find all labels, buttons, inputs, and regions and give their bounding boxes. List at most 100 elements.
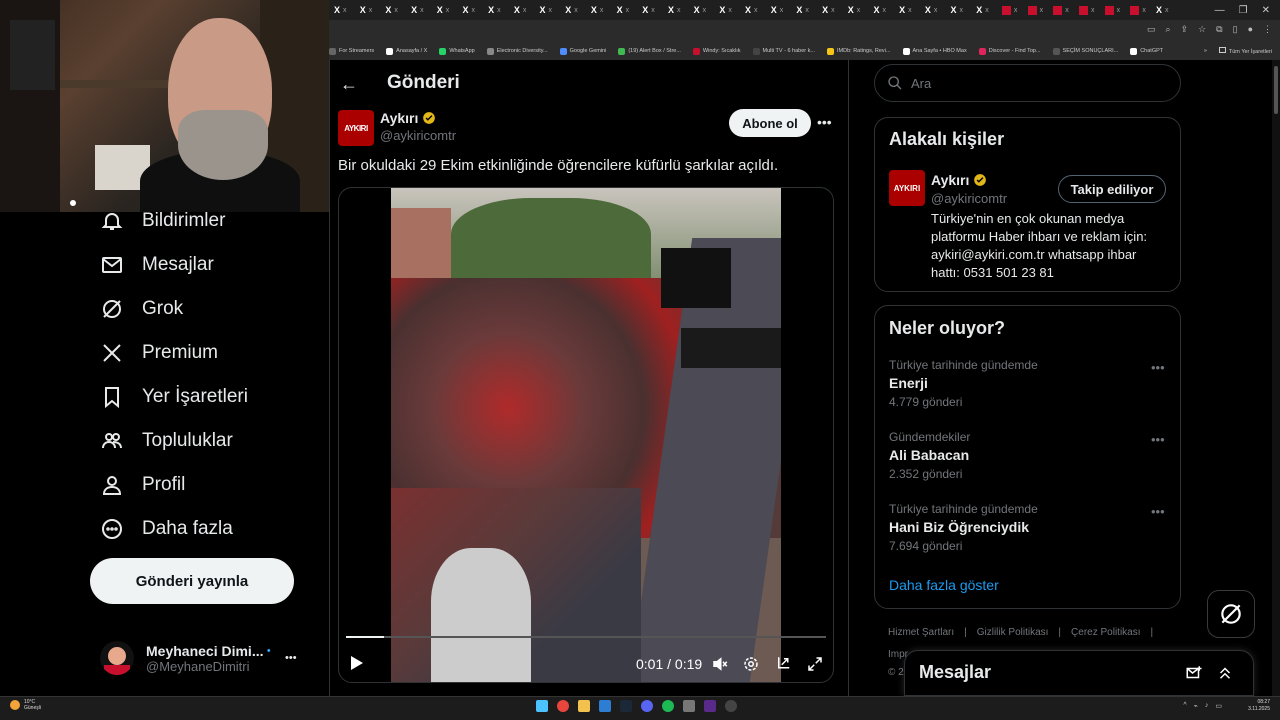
browser-tab[interactable]: Xx [355,0,381,20]
tab-close-icon[interactable]: x [369,7,373,14]
browser-tab[interactable]: Xx [1074,0,1100,20]
browser-tab[interactable]: Xx [868,0,894,20]
tab-close-icon[interactable]: x [805,7,809,14]
trend-more-icon[interactable]: ••• [1151,504,1165,519]
nav-item-mail[interactable]: Mesajlar [100,250,214,280]
sidebar-icon[interactable]: ▯ [1233,24,1238,35]
bookmark-item[interactable]: Ana Sayfa • HBO Max [902,47,967,55]
nav-item-person[interactable]: Profil [100,470,185,500]
battery-icon[interactable]: ▭ [1215,702,1222,710]
nav-item-bookmark[interactable]: Yer İşaretleri [100,382,248,412]
tab-close-icon[interactable]: x [908,7,912,14]
tab-close-icon[interactable]: x [1165,7,1169,14]
browser-tab[interactable]: Xx [457,0,483,20]
browser-tab[interactable]: Xx [971,0,997,20]
discord-icon[interactable] [641,700,653,712]
tweet-author-name[interactable]: Aykırı [380,110,436,126]
browser-tab[interactable]: Xx [946,0,972,20]
tab-close-icon[interactable]: x [343,7,347,14]
browser-tab[interactable]: Xx [612,0,638,20]
weather-sun-icon[interactable] [10,700,20,710]
tab-close-icon[interactable]: x [934,7,938,14]
bookmark-item[interactable]: Discover - Find Top... [978,47,1041,55]
bookmark-item[interactable]: Multi TV - 6 haber k... [752,47,815,55]
tab-close-icon[interactable]: x [728,7,732,14]
extensions-icon[interactable]: ⧉ [1216,24,1222,35]
trend-name[interactable]: Hani Biz Öğrenciydik [889,519,1029,535]
browser-tab[interactable]: Xx [817,0,843,20]
share-icon[interactable]: ⇪ [1181,24,1189,35]
tab-close-icon[interactable]: x [882,7,886,14]
footer-link[interactable]: Gizlilik Politikası [977,627,1049,638]
tab-close-icon[interactable]: x [677,7,681,14]
tab-close-icon[interactable]: x [497,7,501,14]
subscribe-button[interactable]: Abone ol [729,109,811,137]
bookmark-item[interactable]: Windy: Sıcaklık [692,47,741,55]
nav-item-x-logo[interactable]: Premium [100,338,218,368]
weather-widget[interactable]: 10°C Güneşli [24,699,41,711]
related-handle[interactable]: @aykiricomtr [931,191,1007,206]
expand-up-icon[interactable] [1216,664,1234,687]
nav-item-bell[interactable]: Bildirimler [100,206,225,236]
browser-tab[interactable]: Xx [380,0,406,20]
browser-tab[interactable]: Xx [689,0,715,20]
tab-close-icon[interactable]: x [985,7,989,14]
star-icon[interactable]: ☆ [1198,24,1206,35]
browser-tab[interactable]: Xx [1023,0,1049,20]
tab-close-icon[interactable]: x [703,7,707,14]
tab-close-icon[interactable]: x [1091,7,1095,14]
tab-close-icon[interactable]: x [471,7,475,14]
bookmark-item[interactable]: SEÇİM SONUÇLARI... [1052,47,1118,55]
grok-fab[interactable] [1207,590,1255,638]
browser-tab[interactable]: Xx [663,0,689,20]
tweet-author-avatar[interactable]: AYKIRI [338,110,374,146]
tab-close-icon[interactable]: x [574,7,578,14]
network-icon[interactable]: ⌁ [1194,702,1198,710]
tweet-author-handle[interactable]: @aykiricomtr [380,128,456,143]
back-arrow-icon[interactable]: ← [340,74,358,95]
browser-tab[interactable]: Xx [920,0,946,20]
trend-name[interactable]: Ali Babacan [889,447,969,463]
start-icon[interactable] [536,700,548,712]
profile-icon[interactable]: ● [1248,24,1253,35]
browser-tab[interactable]: Xx [1100,0,1126,20]
chrome-icon[interactable] [557,700,569,712]
pip-icon[interactable] [775,655,793,673]
bookmark-item[interactable]: IMDb: Ratings, Revi... [827,47,891,55]
bookmark-item[interactable]: Electronic Diversity... [486,47,548,55]
tweet-more-icon[interactable]: ••• [817,114,832,130]
steam-icon[interactable] [620,700,632,712]
minimize-icon[interactable]: — [1215,5,1225,16]
trend-more-icon[interactable]: ••• [1151,360,1165,375]
tab-close-icon[interactable]: x [1142,7,1146,14]
related-avatar[interactable]: AYKIRI [889,170,925,206]
tab-close-icon[interactable]: x [446,7,450,14]
nav-item-grok[interactable]: Grok [100,294,183,324]
app-icon[interactable] [725,700,737,712]
browser-tab[interactable]: Xx [432,0,458,20]
tray-chevron-icon[interactable]: ^ [1183,702,1186,710]
browser-tab[interactable]: Xx [1125,0,1151,20]
browser-tab[interactable]: Xx [483,0,509,20]
show-more-link[interactable]: Daha fazla göster [889,577,999,593]
trend-more-icon[interactable]: ••• [1151,432,1165,447]
tab-close-icon[interactable]: x [1065,7,1069,14]
bookmark-item[interactable]: Google Gemini [559,47,606,55]
related-name[interactable]: Aykırı [931,172,987,188]
tab-close-icon[interactable]: x [394,7,398,14]
tab-close-icon[interactable]: x [420,7,424,14]
account-switcher[interactable]: Meyhaneci Dimi... @MeyhaneDimitri ••• [100,636,315,680]
browser-tab[interactable]: Xx [329,0,355,20]
nav-item-people[interactable]: Topluluklar [100,426,233,456]
zoom-icon[interactable]: ⌕ [1166,24,1171,35]
bookmark-item[interactable]: WhatsApp [439,47,475,55]
browser-tab[interactable]: Xx [1151,0,1177,20]
play-icon[interactable] [350,655,364,675]
tab-close-icon[interactable]: x [626,7,630,14]
account-more-icon[interactable]: ••• [285,652,297,664]
tab-close-icon[interactable]: x [600,7,604,14]
app-icon[interactable] [683,700,695,712]
browser-tab[interactable]: Xx [766,0,792,20]
following-button[interactable]: Takip ediliyor [1058,175,1166,203]
browser-tab[interactable]: Xx [894,0,920,20]
